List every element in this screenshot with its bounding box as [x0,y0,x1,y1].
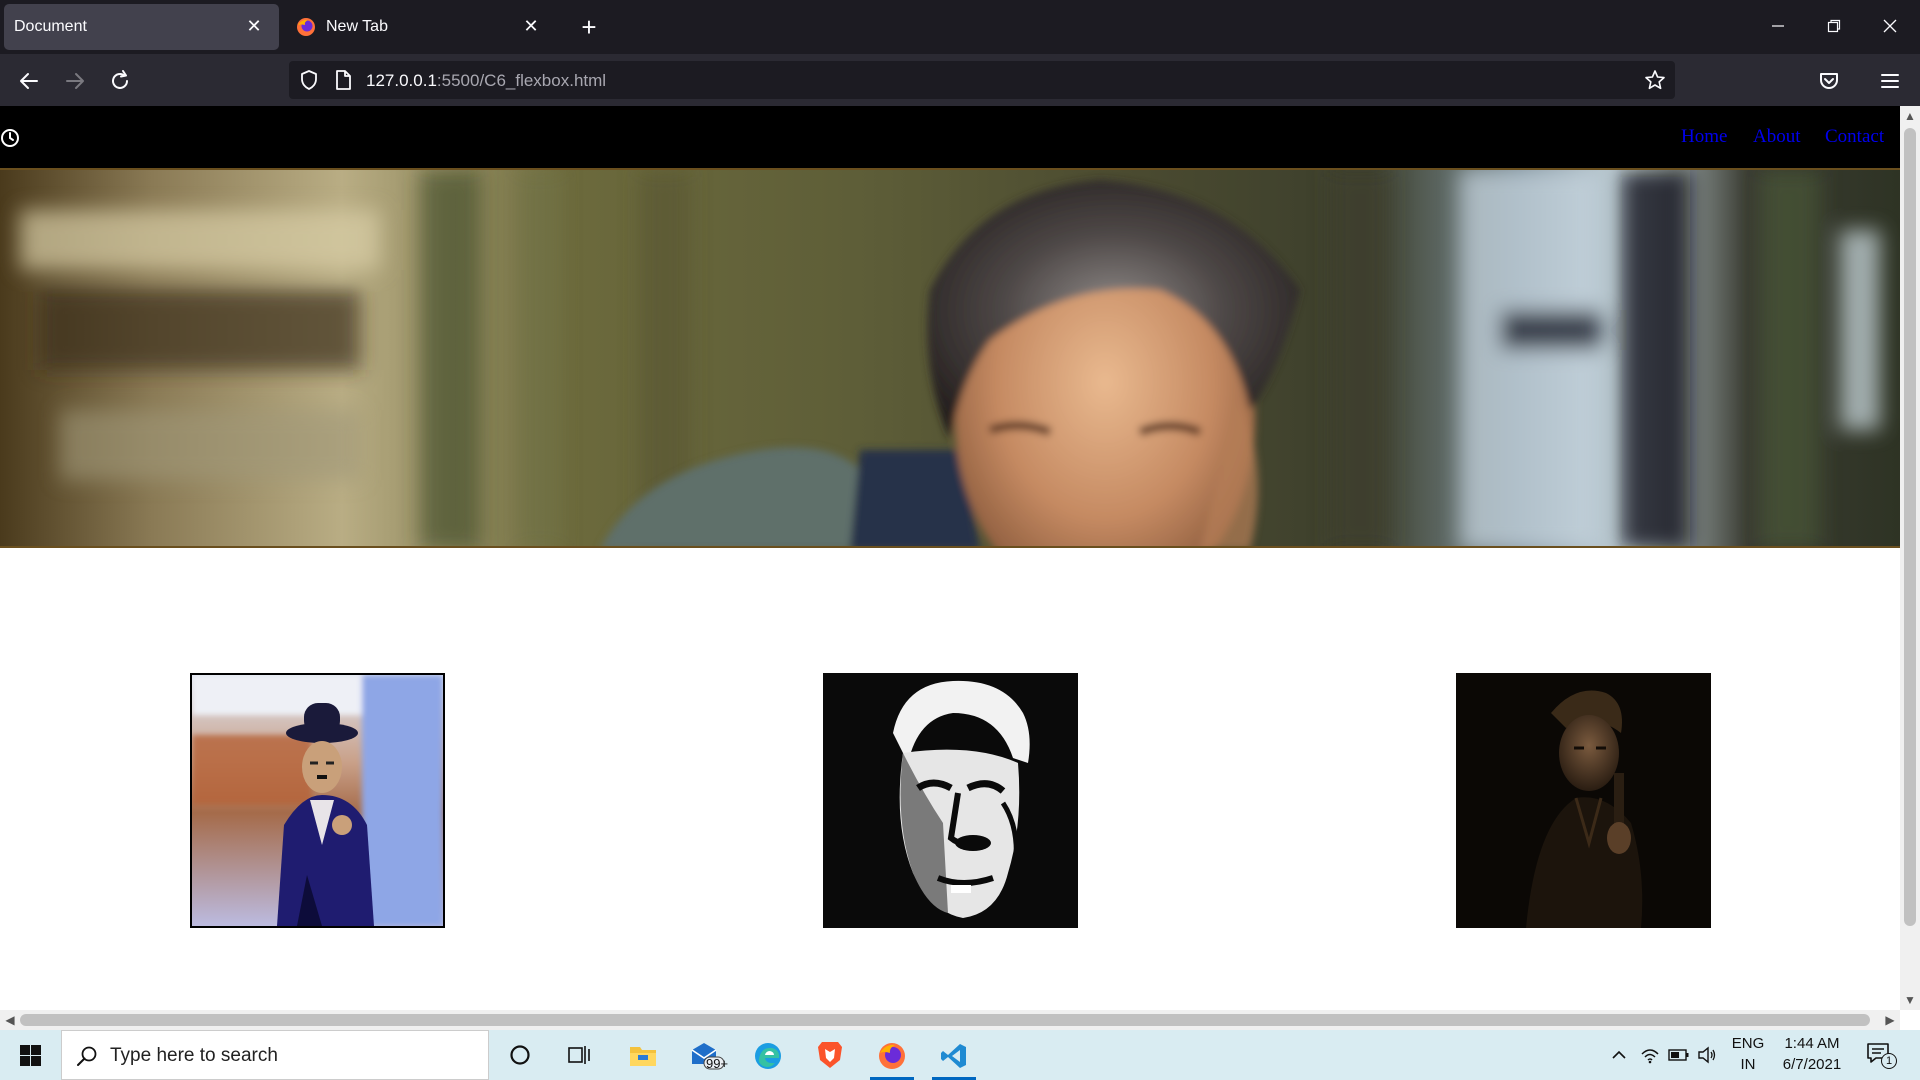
vscode-icon[interactable] [926,1030,982,1080]
cortana-icon[interactable] [492,1030,548,1080]
forward-arrow-icon[interactable] [60,66,90,96]
vertical-scroll-thumb[interactable] [1904,128,1916,926]
tab-document[interactable]: Document ✕ [4,4,279,50]
file-explorer-icon[interactable] [615,1030,671,1080]
firefox-taskbar-icon[interactable] [864,1030,920,1080]
language-code: ENG [1731,1035,1765,1052]
edge-icon[interactable] [740,1030,796,1080]
clock-logo-icon [1,129,19,147]
url-text[interactable]: 127.0.0.1:5500/C6_flexbox.html [366,71,606,91]
horizontal-scroll-thumb[interactable] [20,1014,1870,1026]
mail-badge: 99+ [706,1056,729,1071]
wifi-icon[interactable] [1640,1046,1660,1064]
nav-link-home[interactable]: Home [1681,126,1727,148]
firefox-icon [297,18,315,36]
card-image-dark-portrait [1456,673,1711,928]
page-icon[interactable] [333,69,353,91]
battery-icon[interactable] [1668,1048,1690,1062]
brave-icon[interactable] [802,1030,858,1080]
back-arrow-icon[interactable] [14,66,44,96]
nav-link-contact[interactable]: Contact [1825,126,1884,148]
taskbar-search-box[interactable]: Type here to search [61,1030,489,1080]
site-header: Home About Contact [0,106,1900,168]
chaplin-figurine-photo [192,675,443,926]
nav-link-about[interactable]: About [1753,126,1801,148]
close-window-icon[interactable] [1868,10,1912,44]
horizontal-scrollbar[interactable]: ◀ ▶ [0,1010,1900,1030]
tab-new-tab[interactable]: New Tab ✕ [286,4,556,50]
minimize-icon[interactable] [1756,10,1800,44]
chevron-up-icon[interactable] [1610,1046,1628,1064]
windows-taskbar: Type here to search 99+ ENG IN 1:44 AM 6… [0,1030,1920,1080]
menu-icon[interactable] [1875,66,1905,96]
task-view-icon[interactable] [552,1030,608,1080]
address-bar[interactable]: 127.0.0.1:5500/C6_flexbox.html [289,61,1675,99]
dark-portrait-photo [1456,673,1711,928]
search-icon [77,1046,97,1066]
volume-icon[interactable] [1697,1046,1717,1064]
bookmark-star-icon[interactable] [1644,69,1666,91]
clock-date: 6/7/2021 [1782,1056,1842,1073]
stencil-portrait-photo [823,673,1078,928]
new-tab-button[interactable]: + [574,12,604,42]
hero-banner-image [0,168,1900,548]
clock[interactable]: 1:44 AM 6/7/2021 [1774,1035,1850,1073]
windows-start-icon[interactable] [0,1030,60,1080]
mail-icon[interactable]: 99+ [678,1030,734,1080]
card-image-stencil-portrait [823,673,1078,928]
scroll-left-icon[interactable]: ◀ [0,1010,20,1030]
tab-title: New Tab [326,18,388,35]
page-viewport: Home About Contact [0,106,1900,1010]
scroll-right-icon[interactable]: ▶ [1880,1010,1900,1030]
notification-center-icon[interactable]: 1 [1866,1042,1902,1070]
browser-tab-bar: Document ✕ New Tab ✕ + [0,0,1920,54]
reload-icon[interactable] [105,66,135,96]
scroll-up-icon[interactable]: ▲ [1900,106,1920,126]
close-icon[interactable]: ✕ [520,15,542,37]
scroll-down-icon[interactable]: ▼ [1900,990,1920,1010]
language-indicator[interactable]: ENG IN [1728,1035,1768,1073]
pocket-icon[interactable] [1814,66,1844,96]
region-code: IN [1740,1056,1756,1073]
hero-photo [0,170,1900,546]
url-host: 127.0.0.1 [366,71,437,90]
screen: Document ✕ New Tab ✕ + 127.0.0.1:5500/C6… [0,0,1920,1080]
vertical-scrollbar[interactable]: ▲ ▼ [1900,106,1920,1010]
shield-icon[interactable] [298,69,320,91]
search-placeholder: Type here to search [110,1045,278,1066]
notification-count: 1 [1881,1053,1897,1069]
tab-title: Document [14,18,87,35]
close-icon[interactable]: ✕ [243,15,265,37]
url-path: :5500/C6_flexbox.html [436,71,607,90]
card-image-chaplin [190,673,445,928]
restore-icon[interactable] [1812,10,1856,44]
clock-time: 1:44 AM [1784,1035,1840,1052]
